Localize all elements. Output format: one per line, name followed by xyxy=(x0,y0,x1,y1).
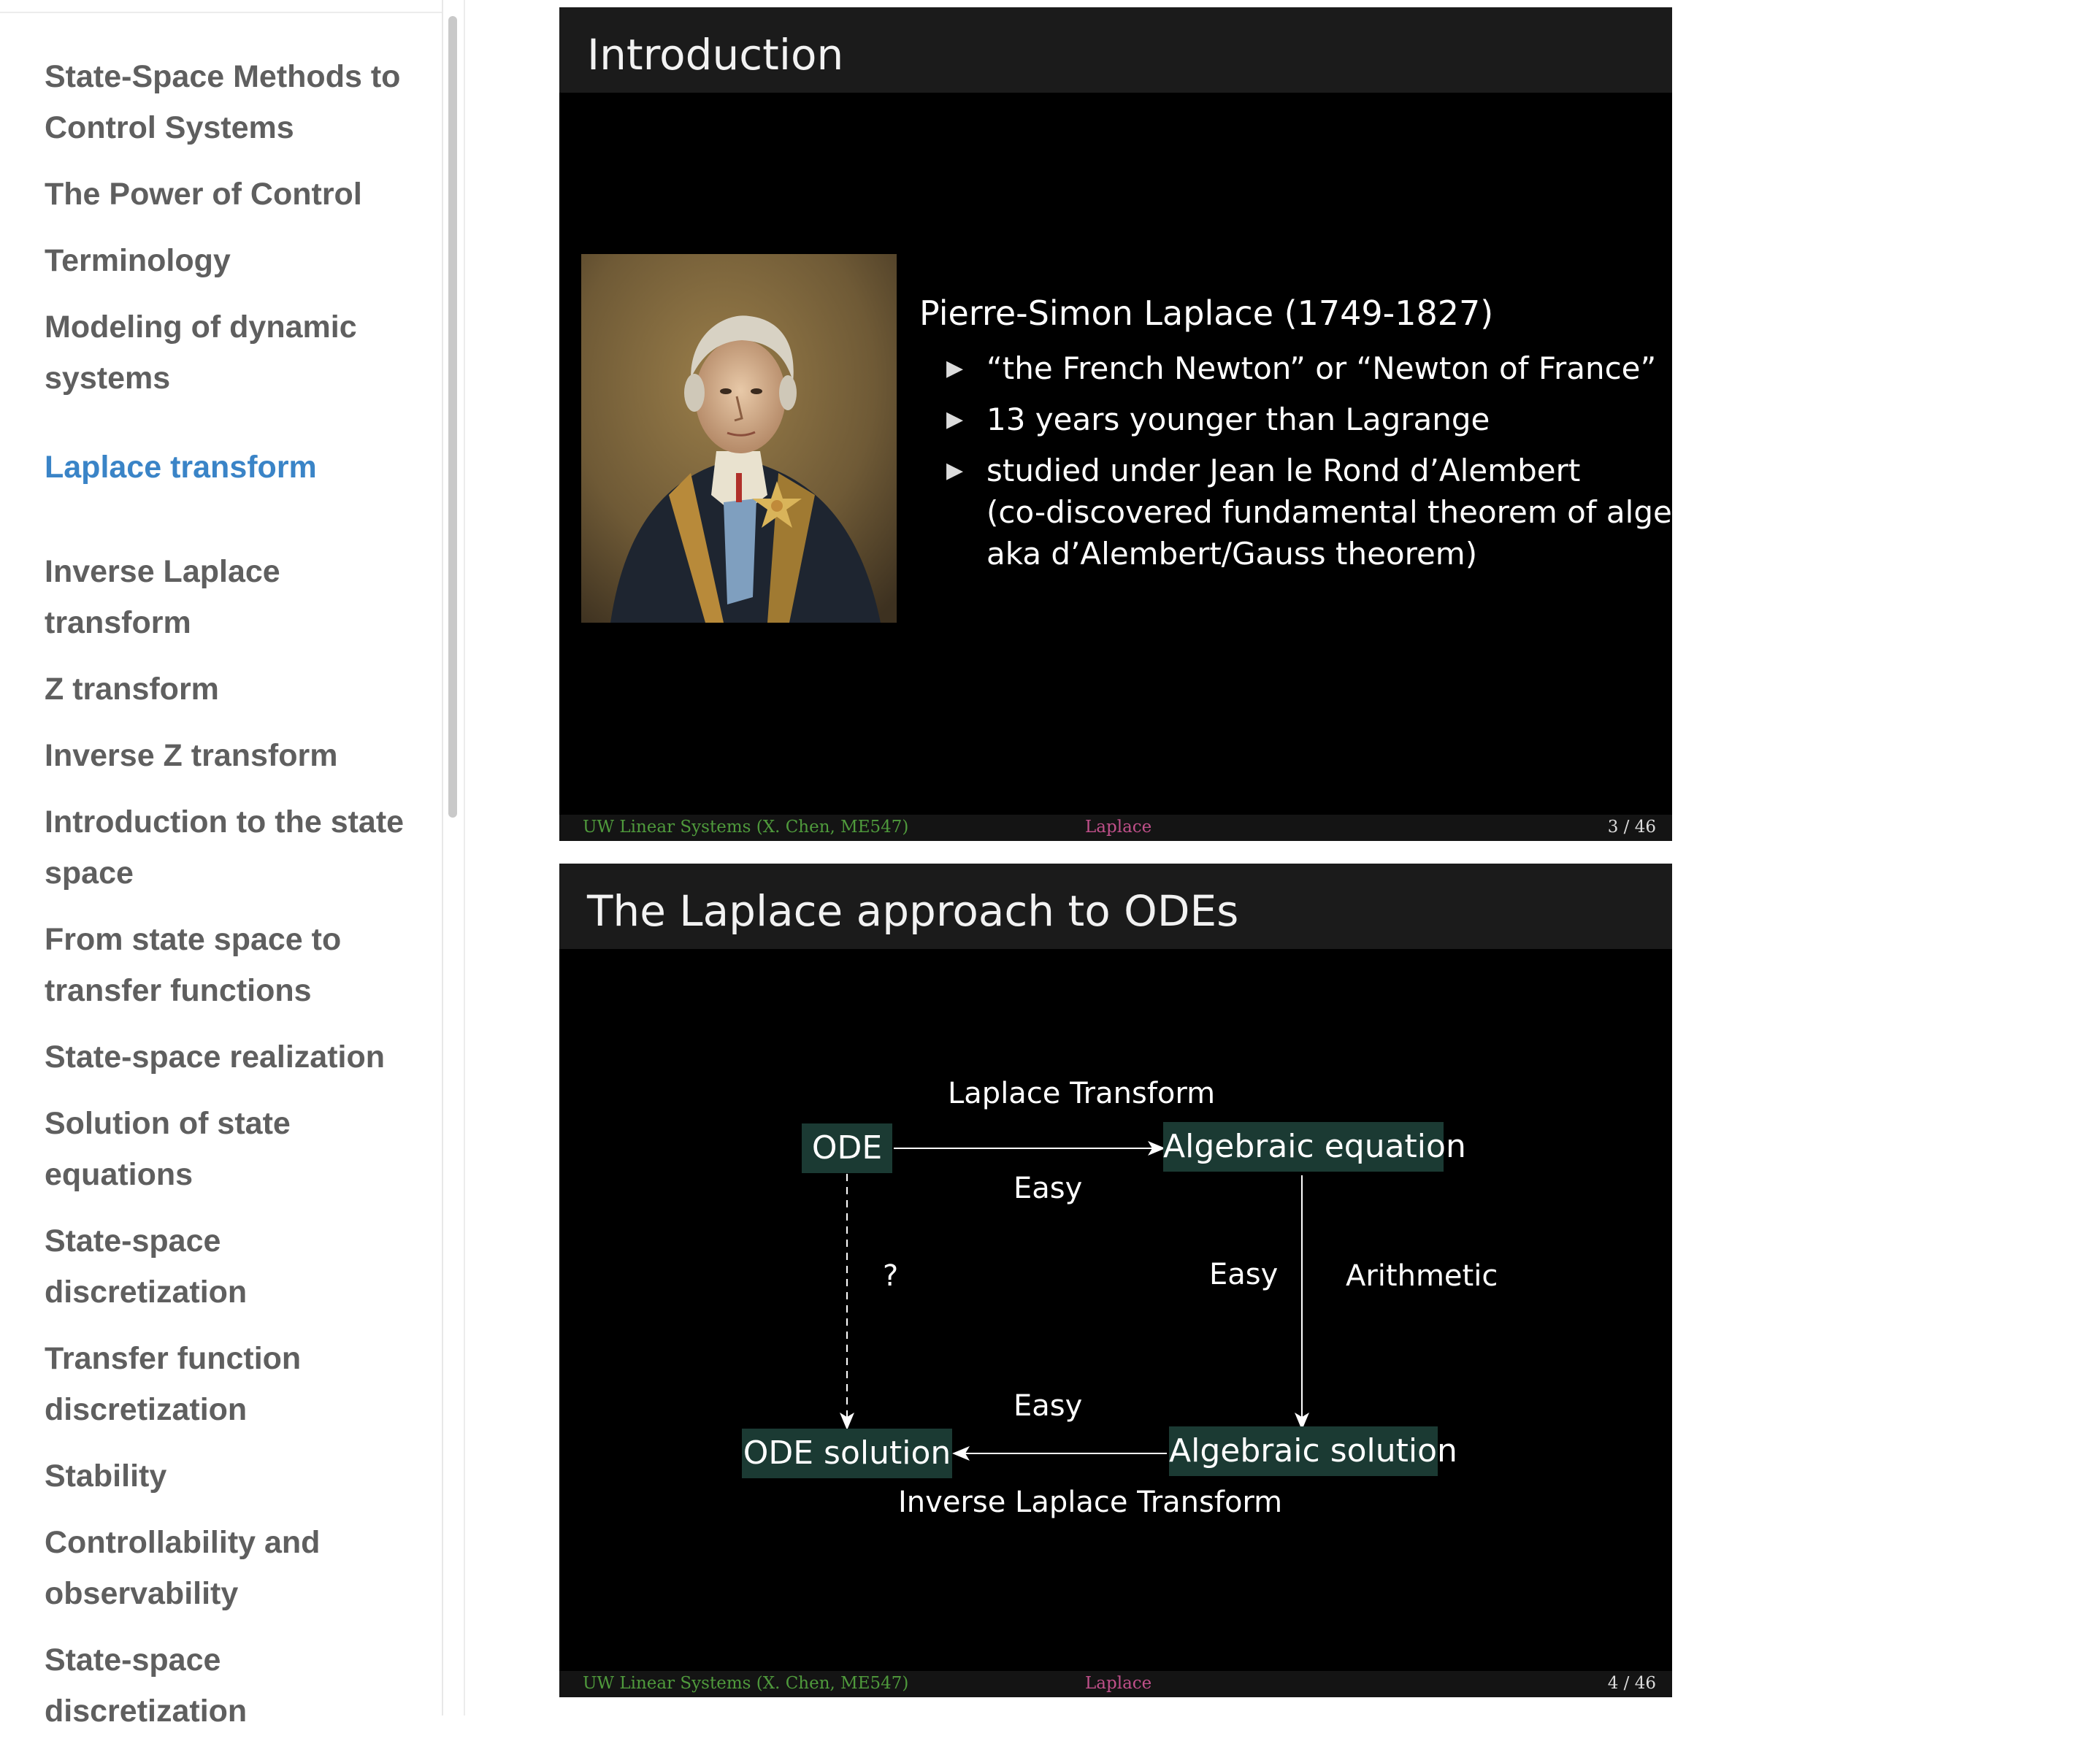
table-of-contents: State-Space Methods to Control Systems T… xyxy=(45,51,410,1752)
sidebar-item[interactable]: Z transform xyxy=(45,664,410,715)
slide-laplace-approach: The Laplace approach to ODEs ODE Algebra… xyxy=(559,864,1672,1697)
label-arithmetic: Arithmetic xyxy=(1346,1259,1498,1293)
person-name: Pierre-Simon Laplace (1749-1827) xyxy=(919,293,1494,333)
sidebar-item[interactable]: From state space to transfer functions xyxy=(45,914,410,1016)
sidebar-item[interactable]: Inverse Laplace transform xyxy=(45,546,410,648)
sidebar-nav: State-Space Methods to Control Systems T… xyxy=(0,0,443,1729)
footer-course: UW Linear Systems (X. Chen, ME547) xyxy=(583,818,909,837)
footer-section: Laplace xyxy=(1085,818,1152,837)
slide-header: Introduction xyxy=(559,7,1672,93)
bullet-line: (co-discovered fundamental theorem of al… xyxy=(986,494,1672,530)
bullet-text: studied under Jean le Rond d’Alembert (c… xyxy=(986,450,1672,575)
pane-divider xyxy=(464,0,465,1716)
sidebar-item[interactable]: Transfer function discretization xyxy=(45,1333,410,1435)
label-easy: Easy xyxy=(1013,1389,1083,1423)
footer-section: Laplace xyxy=(1085,1674,1152,1693)
portrait-image xyxy=(581,254,897,623)
bullet-line: aka d’Alembert/Gauss theorem) xyxy=(986,536,1478,572)
node-algebraic-solution: Algebraic solution xyxy=(1169,1426,1457,1476)
sidebar-item[interactable]: The Power of Control xyxy=(45,169,410,220)
sidebar-item[interactable]: Stability xyxy=(45,1451,410,1502)
bullet-line: studied under Jean le Rond d’Alembert xyxy=(986,453,1581,488)
sidebar-item[interactable]: Modeling of dynamic systems xyxy=(45,301,410,404)
sidebar-item[interactable]: State-space discretization xyxy=(45,1215,410,1318)
slide-title: Introduction xyxy=(587,30,844,80)
footer-page-number: 3 / 46 xyxy=(1607,818,1656,837)
bullet-text: “the French Newton” or “Newton of France… xyxy=(986,350,1657,386)
label-inverse-laplace-transform: Inverse Laplace Transform xyxy=(898,1486,1283,1519)
label-easy: Easy xyxy=(1209,1258,1279,1291)
bullet-triangle-icon: ▶ xyxy=(946,407,964,432)
sidebar-item[interactable]: Terminology xyxy=(45,235,410,286)
node-ode-solution: ODE solution xyxy=(742,1429,952,1478)
sidebar-item[interactable]: Introduction to the state space xyxy=(45,796,410,899)
bullet-triangle-icon: ▶ xyxy=(946,356,964,381)
label-laplace-transform: Laplace Transform xyxy=(948,1077,1216,1110)
sidebar-item[interactable]: Solution of state equations xyxy=(45,1098,410,1200)
sidebar-item[interactable]: State-space realization xyxy=(45,1031,410,1083)
sidebar-item-active[interactable]: Laplace transform xyxy=(45,442,410,493)
sidebar-item[interactable]: State-space discretization xyxy=(45,1634,410,1737)
flow-diagram xyxy=(840,1141,1309,1461)
slide-footer: UW Linear Systems (X. Chen, ME547) Lapla… xyxy=(559,1671,1672,1697)
sidebar-scrollbar[interactable] xyxy=(448,16,457,818)
label-question: ? xyxy=(883,1259,899,1293)
footer-course: UW Linear Systems (X. Chen, ME547) xyxy=(583,1674,909,1693)
bullet-triangle-icon: ▶ xyxy=(946,458,964,483)
bullet-text: 13 years younger than Lagrange xyxy=(986,402,1490,437)
sidebar-item[interactable]: Inverse Z transform xyxy=(45,730,410,781)
sidebar-item[interactable]: Controllability and observability xyxy=(45,1517,410,1619)
slide-footer: UW Linear Systems (X. Chen, ME547) Lapla… xyxy=(559,815,1672,841)
label-easy: Easy xyxy=(1013,1172,1083,1205)
footer-page-number: 4 / 46 xyxy=(1607,1674,1656,1693)
node-ode: ODE xyxy=(802,1123,892,1173)
sidebar-divider xyxy=(0,12,442,13)
slide-introduction: Introduction Pierre-Simon Laplace (1749-… xyxy=(559,7,1672,841)
node-algebraic-equation: Algebraic equation xyxy=(1163,1122,1466,1172)
sidebar-item[interactable]: State-Space Methods to Control Systems xyxy=(45,51,410,153)
